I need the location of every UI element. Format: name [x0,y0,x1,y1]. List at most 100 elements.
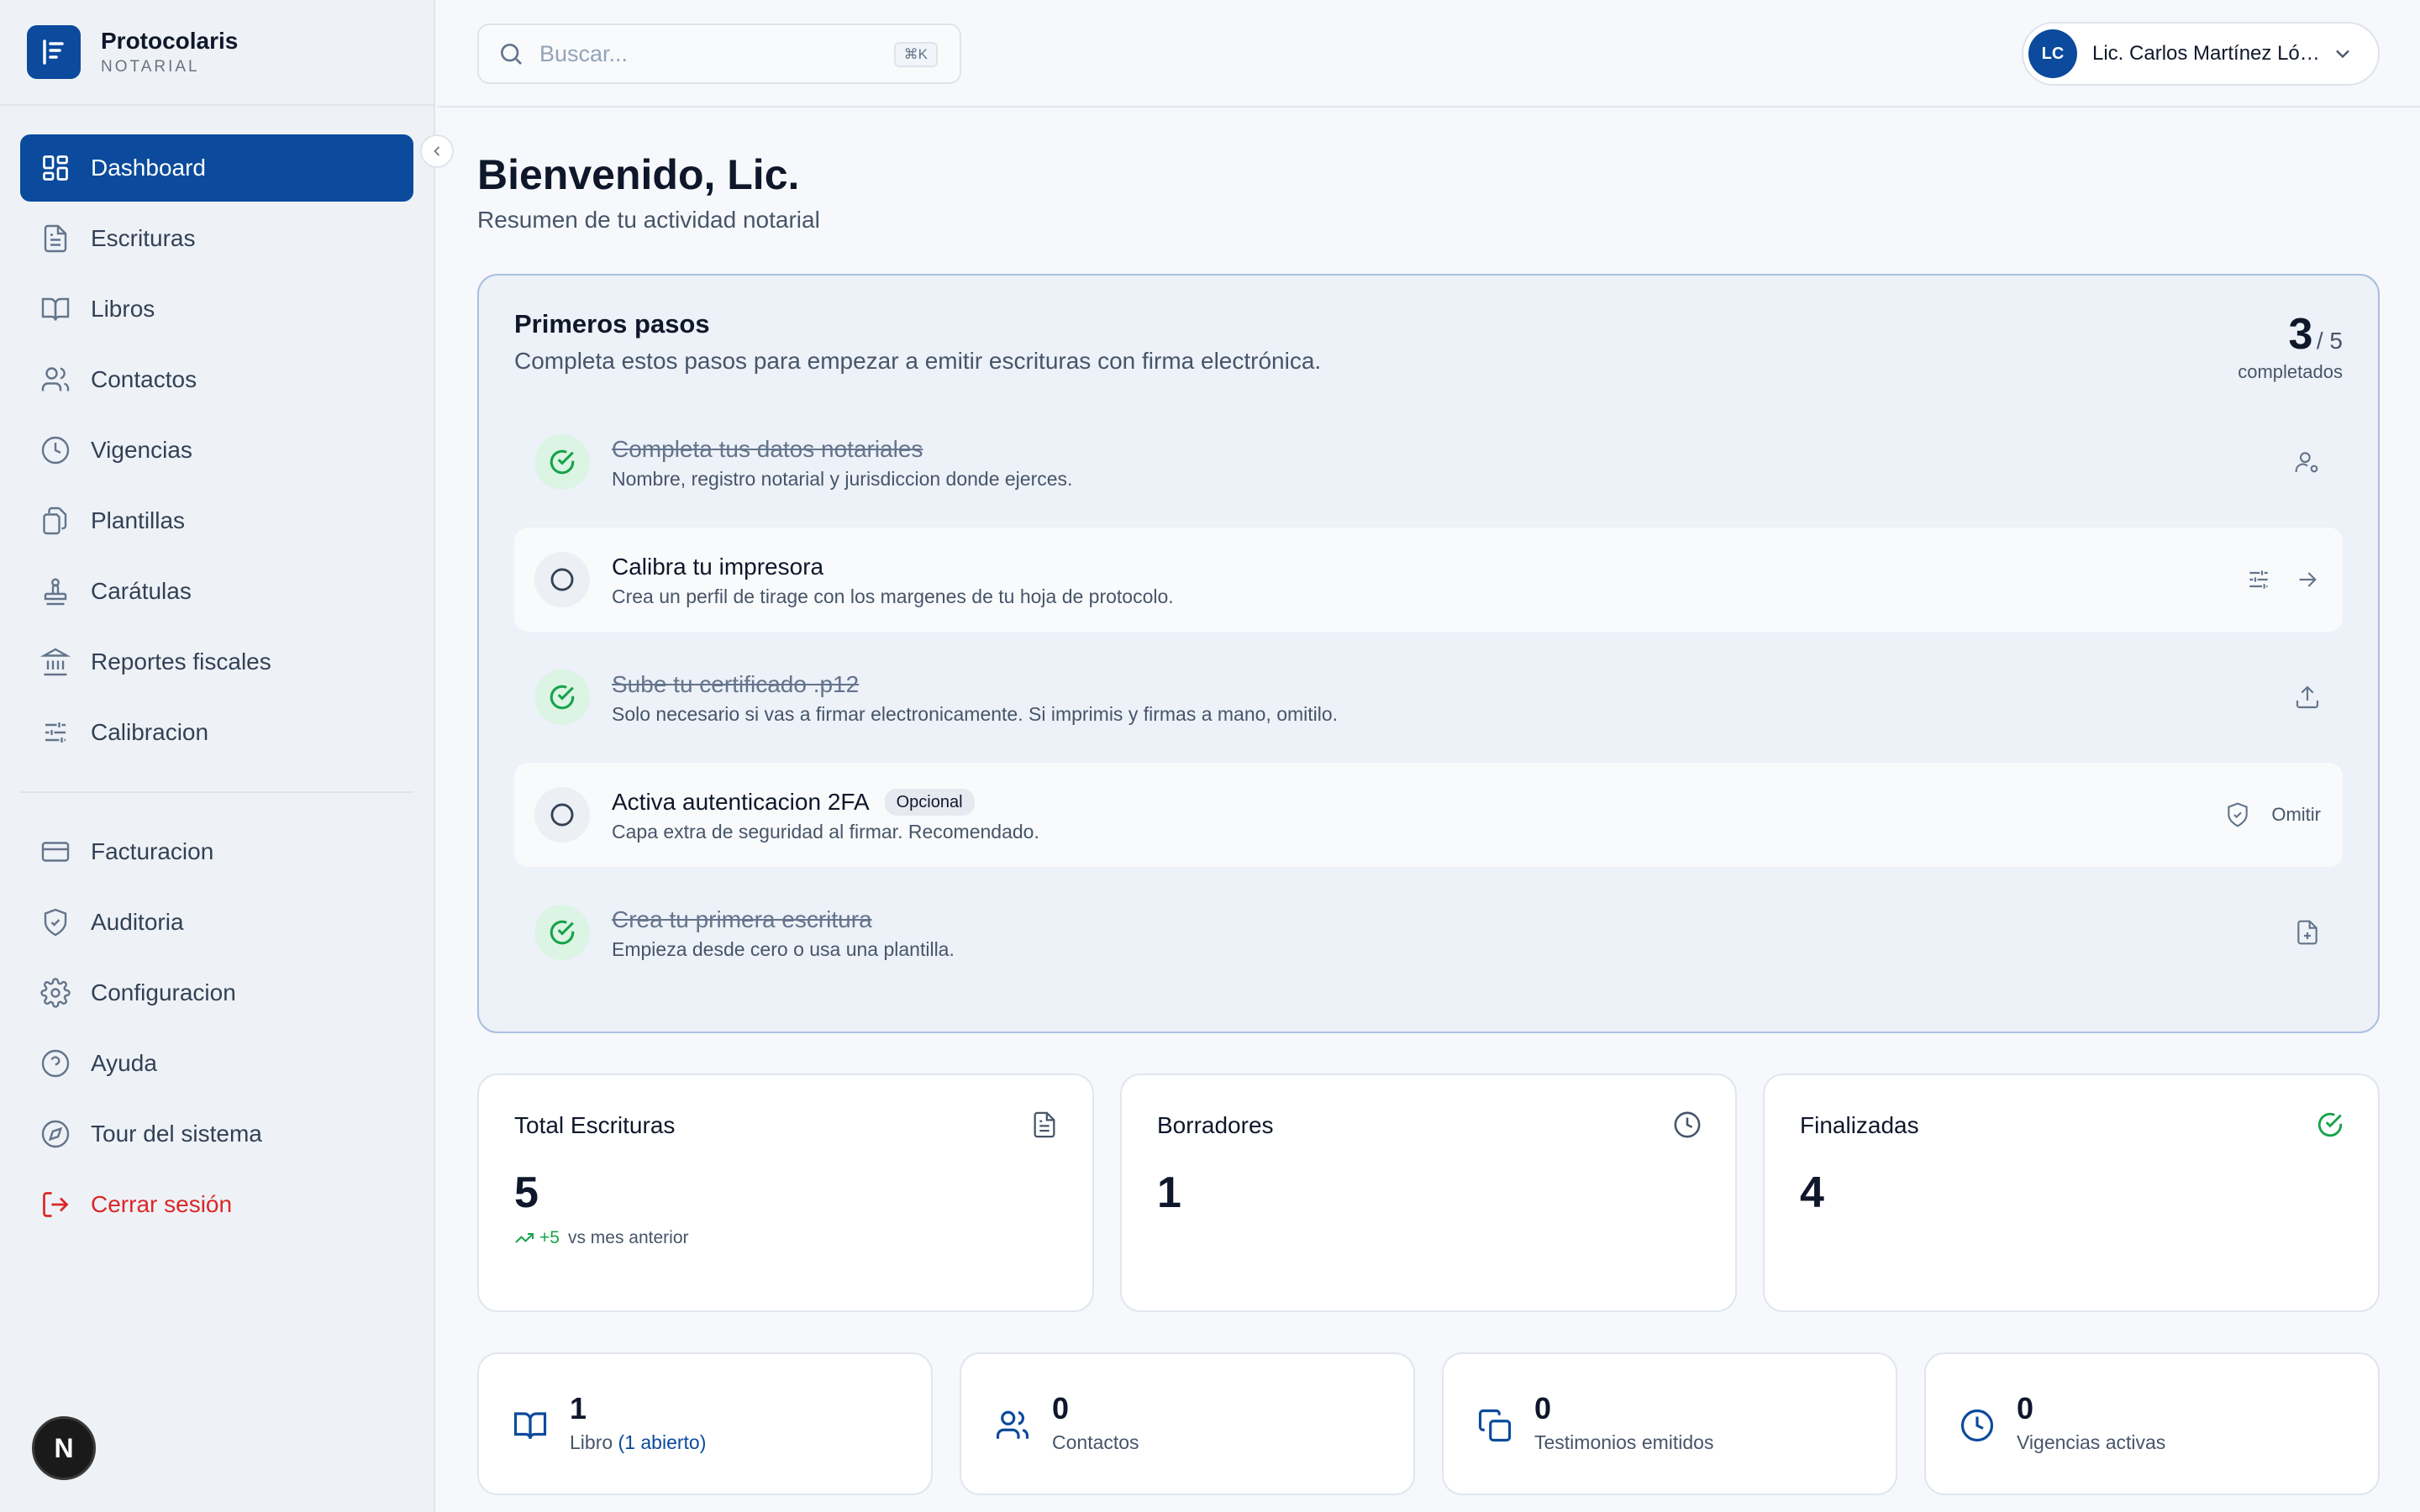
search-icon [501,44,522,65]
credit-card-icon [41,842,70,862]
brand[interactable]: Protocolaris NOTARIAL [0,0,434,106]
sidebar-collapse-button[interactable] [420,134,454,168]
step-description: Empieza desde cero o usa una plantilla. [612,937,955,960]
mini-label: Testimonios emitidos [1534,1431,1714,1453]
sidebar-item-label: Carátulas [91,578,192,604]
onboarding-description: Completa estos pasos para empezar a emit… [514,348,1322,374]
mini-label: Libro [570,1431,613,1453]
sidebar-item-ayuda[interactable]: Ayuda [20,1030,413,1097]
document-icon [1034,1111,1055,1138]
user-name: Lic. Carlos Martínez López [2092,42,2321,65]
stamp-icon [44,578,67,606]
help-circle-icon [41,1049,70,1078]
stat-value: 4 [1800,1168,1824,1217]
mini-value: 0 [1052,1391,1070,1425]
stat-label: Finalizadas [1800,1112,1919,1138]
step-description: Nombre, registro notarial y jurisdiccion… [612,467,1073,490]
upload-icon[interactable] [2294,684,2321,711]
progress-total: / 5 [2316,328,2343,354]
stat-card-drafts[interactable]: Borradores 1 [1120,1074,1737,1312]
skip-button[interactable]: Omitir [2271,804,2321,826]
sidebar-item-label: Libros [91,296,155,322]
sidebar-item-caratulas[interactable]: Carátulas [20,558,413,625]
trending-up-icon [515,1233,534,1243]
onboarding-card: Primeros pasos Completa estos pasos para… [477,274,2380,1033]
sliders-icon[interactable] [2245,566,2272,593]
sidebar-item-label: Plantillas [91,507,186,533]
sidebar-item-facturacion[interactable]: Facturacion [20,818,413,885]
onboarding-steps: Completa tus datos notariales Nombre, re… [514,410,2343,984]
mini-card-testimonies[interactable]: 0 Testimonios emitidos [1442,1352,1897,1495]
sidebar-item-label: Cerrar sesión [91,1191,233,1217]
main-nav: Dashboard Escrituras Libros Contactos Vi… [0,106,434,1238]
shield-check-icon [2228,802,2249,827]
mini-value: 0 [2017,1391,2034,1425]
dashboard-icon [43,155,68,181]
sidebar-item-dashboard[interactable]: Dashboard [20,134,413,202]
chevron-left-icon [434,146,440,156]
compass-icon [41,1120,70,1148]
sidebar-item-escrituras[interactable]: Escrituras [20,205,413,272]
landmark-icon [40,648,71,676]
document-icon [44,224,67,253]
top-header: ⌘K LC Lic. Carlos Martínez López [437,0,2420,108]
sidebar-item-label: Calibracion [91,719,209,745]
file-plus-icon[interactable] [2294,919,2321,946]
clock-icon [1674,1111,1701,1138]
onboarding-step[interactable]: Completa tus datos notariales Nombre, re… [514,410,2343,514]
stat-card-total[interactable]: Total Escrituras 5 +5 vs mes anterior [477,1074,1094,1312]
onboarding-title: Primeros pasos [514,309,710,339]
book-open-icon [41,297,70,321]
sidebar-item-contactos[interactable]: Contactos [20,346,413,413]
arrow-right-icon[interactable] [2294,566,2321,593]
step-title: Activa autenticacion 2FA [612,788,870,815]
sidebar-item-label: Configuracion [91,979,236,1005]
copy-icon [1478,1409,1512,1442]
clock-icon [1960,1409,1994,1442]
onboarding-progress: 3 / 5 completados [2238,309,2343,383]
sidebar-item-calibracion[interactable]: Calibracion [20,699,413,766]
sidebar-item-label: Dashboard [91,155,206,181]
logout-icon [43,1192,69,1217]
sidebar-item-logout[interactable]: Cerrar sesión [20,1171,413,1238]
stat-value: 1 [1157,1168,1181,1217]
mini-card-contacts[interactable]: 0 Contactos [960,1352,1415,1495]
optional-badge: Opcional [884,788,975,816]
onboarding-step[interactable]: Activa autenticacion 2FA Opcional Capa ex… [514,763,2343,867]
search-box[interactable]: ⌘K [477,24,961,84]
onboarding-step[interactable]: Crea tu primera escritura Empieza desde … [514,880,2343,984]
onboarding-step[interactable]: Sube tu certificado .p12 Solo necesario … [514,645,2343,749]
onboarding-step[interactable]: Calibra tu impresora Crea un perfil de t… [514,528,2343,632]
step-title: Crea tu primera escritura [612,906,872,932]
gear-icon [40,978,71,1008]
sidebar-item-label: Auditoria [91,909,184,935]
brand-logo-icon [27,25,81,79]
open-books-link[interactable]: (1 abierto) [618,1431,707,1453]
mini-value: 1 [570,1391,587,1425]
sidebar-item-reportes-fiscales[interactable]: Reportes fiscales [20,628,413,696]
progress-completed: 3 [2288,310,2313,359]
sidebar-item-label: Vigencias [91,437,192,463]
progress-label: completados [2238,361,2343,382]
search-input[interactable] [539,40,876,67]
sidebar-item-label: Ayuda [91,1050,157,1076]
mini-card-validity[interactable]: 0 Vigencias activas [1924,1352,2380,1495]
check-circle-icon [2317,1112,2343,1137]
sidebar-item-tour[interactable]: Tour del sistema [20,1100,413,1168]
sidebar-item-vigencias[interactable]: Vigencias [20,417,413,484]
mini-label: Contactos [1052,1431,1139,1453]
sidebar-item-plantillas[interactable]: Plantillas [20,487,413,554]
stat-card-final[interactable]: Finalizadas 4 [1763,1074,2380,1312]
sidebar-item-auditoria[interactable]: Auditoria [20,889,413,956]
check-circle-icon [534,905,590,960]
stat-label: Borradores [1157,1112,1274,1138]
files-icon [43,507,67,535]
sidebar-item-libros[interactable]: Libros [20,276,413,343]
user-settings-icon[interactable] [2294,449,2321,475]
next-dev-badge[interactable]: N [32,1416,96,1480]
user-menu[interactable]: LC Lic. Carlos Martínez López [2022,22,2380,86]
check-circle-icon [534,434,590,490]
sidebar-item-configuracion[interactable]: Configuracion [20,959,413,1026]
circle-icon [534,787,590,843]
mini-card-books[interactable]: 1 Libro (1 abierto) [477,1352,933,1495]
